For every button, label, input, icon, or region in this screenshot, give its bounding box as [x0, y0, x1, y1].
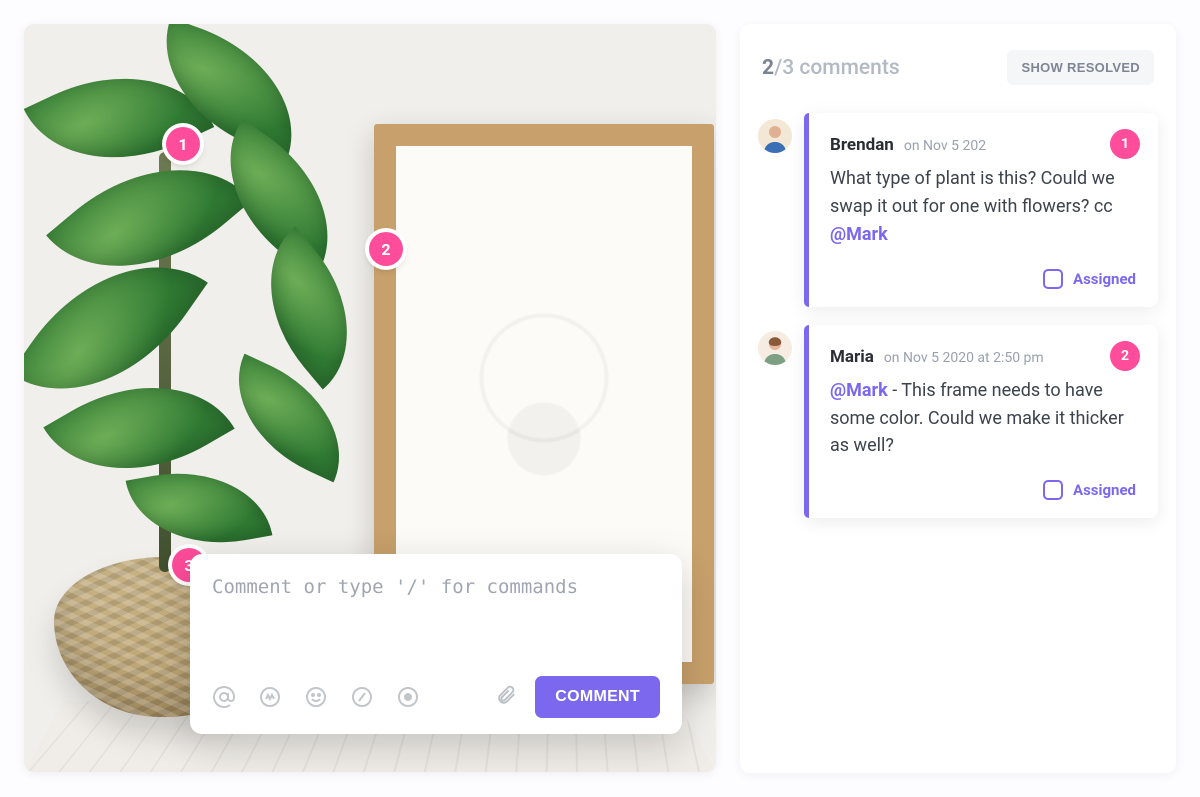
comment-thread[interactable]: 1 Brendan on Nov 5 202 What type of plan… — [804, 113, 1158, 307]
mention[interactable]: @Mark — [830, 224, 888, 245]
annotation-pin-1[interactable]: 1 — [166, 127, 200, 161]
mention-icon[interactable] — [212, 685, 236, 709]
avatar — [758, 119, 792, 153]
assigned-checkbox[interactable] — [1043, 480, 1063, 500]
comments-panel: 2/3 comments SHOW RESOLVED 1 Brendan on … — [740, 24, 1176, 773]
submit-comment-button[interactable]: COMMENT — [535, 676, 660, 718]
comment-author: Maria — [830, 347, 874, 367]
comment-timestamp: on Nov 5 202 — [904, 138, 986, 154]
emoji-icon[interactable] — [304, 685, 328, 709]
comments-count: 2/3 comments — [762, 56, 900, 80]
comment-composer: COMMENT — [190, 554, 682, 734]
mention[interactable]: @Mark — [830, 380, 888, 401]
comment-author: Brendan — [830, 135, 894, 155]
comment-input[interactable] — [212, 576, 660, 672]
avatar — [758, 331, 792, 365]
assigned-label: Assigned — [1073, 270, 1136, 288]
record-icon[interactable] — [396, 685, 420, 709]
thread-pin-badge: 2 — [1110, 341, 1140, 371]
assign-icon[interactable] — [258, 685, 282, 709]
comment-thread[interactable]: 2 Maria on Nov 5 2020 at 2:50 pm @Mark -… — [804, 325, 1158, 519]
thread-pin-badge: 1 — [1110, 129, 1140, 159]
slash-command-icon[interactable] — [350, 685, 374, 709]
attachment-icon[interactable] — [495, 684, 517, 710]
comment-body: What type of plant is this? Could we swa… — [830, 165, 1136, 249]
comment-timestamp: on Nov 5 2020 at 2:50 pm — [884, 350, 1044, 366]
assigned-label: Assigned — [1073, 481, 1136, 499]
annotation-pin-2[interactable]: 2 — [369, 232, 403, 266]
assigned-checkbox[interactable] — [1043, 269, 1063, 289]
proof-canvas[interactable]: 1 2 3 — [24, 24, 716, 772]
comment-body: @Mark - This frame needs to have some co… — [830, 377, 1136, 461]
show-resolved-button[interactable]: SHOW RESOLVED — [1007, 50, 1154, 85]
